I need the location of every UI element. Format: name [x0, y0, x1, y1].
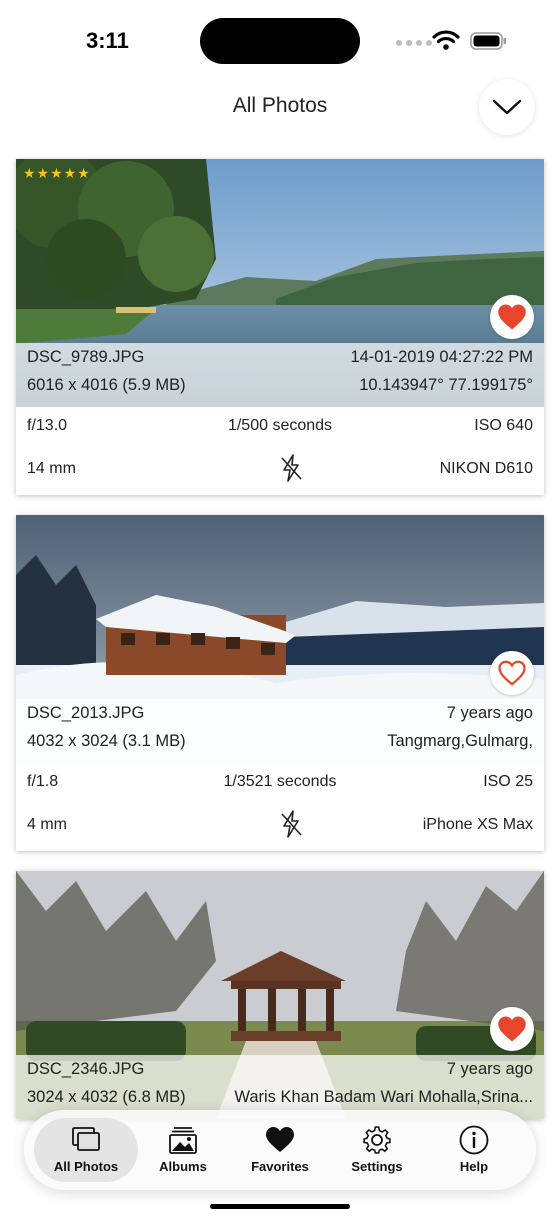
home-indicator[interactable] — [210, 1204, 350, 1209]
cellular-signal-icon — [396, 40, 432, 46]
photo-location: 10.143947° 77.199175° — [359, 376, 533, 394]
camera-model-value: NIKON D610 — [439, 460, 533, 477]
photo-card[interactable]: DSC_2013.JPG 7 years ago 4032 x 3024 (3.… — [16, 515, 544, 851]
tab-all-photos[interactable]: All Photos — [34, 1118, 138, 1182]
photo-card[interactable]: ★★★★★ DSC_9789.JPG 14-01-2019 04:27:22 P… — [16, 159, 544, 495]
status-time: 3:11 — [86, 28, 129, 53]
battery-icon — [470, 32, 506, 50]
focal-length-value: 14 mm — [27, 460, 76, 477]
page-title: All Photos — [232, 94, 328, 117]
photo-date: 7 years ago — [446, 1060, 533, 1078]
tab-albums[interactable]: Albums — [131, 1118, 235, 1182]
favorite-button[interactable] — [490, 1007, 534, 1051]
tab-label: All Photos — [53, 1159, 119, 1174]
tab-label: Albums — [159, 1159, 207, 1174]
photo-date: 14-01-2019 04:27:22 PM — [350, 348, 533, 366]
photo-location: Waris Khan Badam Wari Mohalla,Srina... — [234, 1088, 533, 1106]
flash-off-icon — [281, 454, 302, 482]
photo-date: 7 years ago — [446, 704, 533, 722]
favorite-button[interactable] — [490, 295, 534, 339]
heart-filled-icon — [498, 1016, 526, 1042]
photo-thumbnail[interactable]: ★★★★★ DSC_9789.JPG 14-01-2019 04:27:22 P… — [16, 159, 544, 407]
heart-filled-icon — [498, 304, 526, 330]
photos-stack-icon — [72, 1127, 100, 1151]
status-bar: 3:11 — [0, 0, 560, 80]
photo-thumbnail[interactable]: DSC_2013.JPG 7 years ago 4032 x 3024 (3.… — [16, 515, 544, 763]
shutter-speed-value: 1/3521 seconds — [223, 773, 337, 790]
exif-details: f/1.8 1/3521 seconds ISO 25 4 mm iPhone … — [16, 763, 544, 851]
flash-off-icon — [281, 810, 302, 838]
dynamic-island — [200, 18, 360, 64]
star-rating: ★★★★★ — [23, 165, 91, 181]
albums-icon — [169, 1127, 197, 1154]
tab-bar: All Photos Albums Favorites Settings Hel… — [24, 1110, 536, 1190]
photo-info-overlay: DSC_9789.JPG 14-01-2019 04:27:22 PM 6016… — [16, 343, 544, 407]
chevron-down-icon — [492, 99, 522, 115]
collapse-dropdown-button[interactable] — [479, 79, 535, 135]
photo-dimensions: 4032 x 3024 (3.1 MB) — [27, 732, 186, 750]
favorite-button[interactable] — [490, 651, 534, 695]
tab-favorites[interactable]: Favorites — [228, 1118, 332, 1182]
photo-thumbnail[interactable]: DSC_2346.JPG 7 years ago 3024 x 4032 (6.… — [16, 871, 544, 1119]
camera-model-value: iPhone XS Max — [422, 816, 533, 833]
exif-details: f/13.0 1/500 seconds ISO 640 14 mm NIKON… — [16, 407, 544, 495]
photo-info-overlay: DSC_2013.JPG 7 years ago 4032 x 3024 (3.… — [16, 699, 544, 763]
photo-dimensions: 6016 x 4016 (5.9 MB) — [27, 376, 186, 394]
photo-card[interactable]: DSC_2346.JPG 7 years ago 3024 x 4032 (6.… — [16, 871, 544, 1119]
heart-outline-icon — [498, 660, 526, 686]
tab-settings[interactable]: Settings — [325, 1118, 429, 1182]
photo-dimensions: 3024 x 4032 (6.8 MB) — [27, 1088, 186, 1106]
focal-length-value: 4 mm — [27, 816, 67, 833]
shutter-speed-value: 1/500 seconds — [227, 417, 333, 434]
photo-filename: DSC_9789.JPG — [27, 348, 145, 366]
info-icon — [459, 1125, 489, 1155]
tab-label: Favorites — [251, 1159, 309, 1174]
tab-label: Settings — [351, 1159, 403, 1174]
tab-label: Help — [459, 1159, 489, 1174]
tab-help[interactable]: Help — [422, 1118, 526, 1182]
wifi-icon — [432, 30, 460, 50]
heart-icon — [266, 1127, 294, 1152]
photo-filename: DSC_2346.JPG — [27, 1060, 145, 1078]
gear-icon — [363, 1126, 391, 1154]
photo-filename: DSC_2013.JPG — [27, 704, 145, 722]
photo-location: Tangmarg,Gulmarg, — [387, 732, 533, 750]
